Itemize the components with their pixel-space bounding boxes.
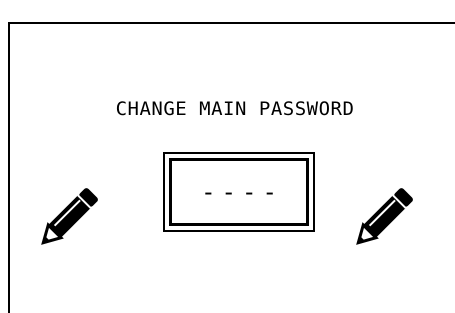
pencil-icon[interactable]	[345, 170, 431, 256]
password-placeholder: ----	[201, 178, 283, 206]
pencil-icon[interactable]	[30, 170, 116, 256]
password-field-inner: ----	[169, 158, 309, 226]
change-password-screen: CHANGE MAIN PASSWORD ----	[0, 0, 455, 313]
page-title: CHANGE MAIN PASSWORD	[115, 98, 355, 120]
password-field[interactable]: ----	[163, 152, 315, 232]
